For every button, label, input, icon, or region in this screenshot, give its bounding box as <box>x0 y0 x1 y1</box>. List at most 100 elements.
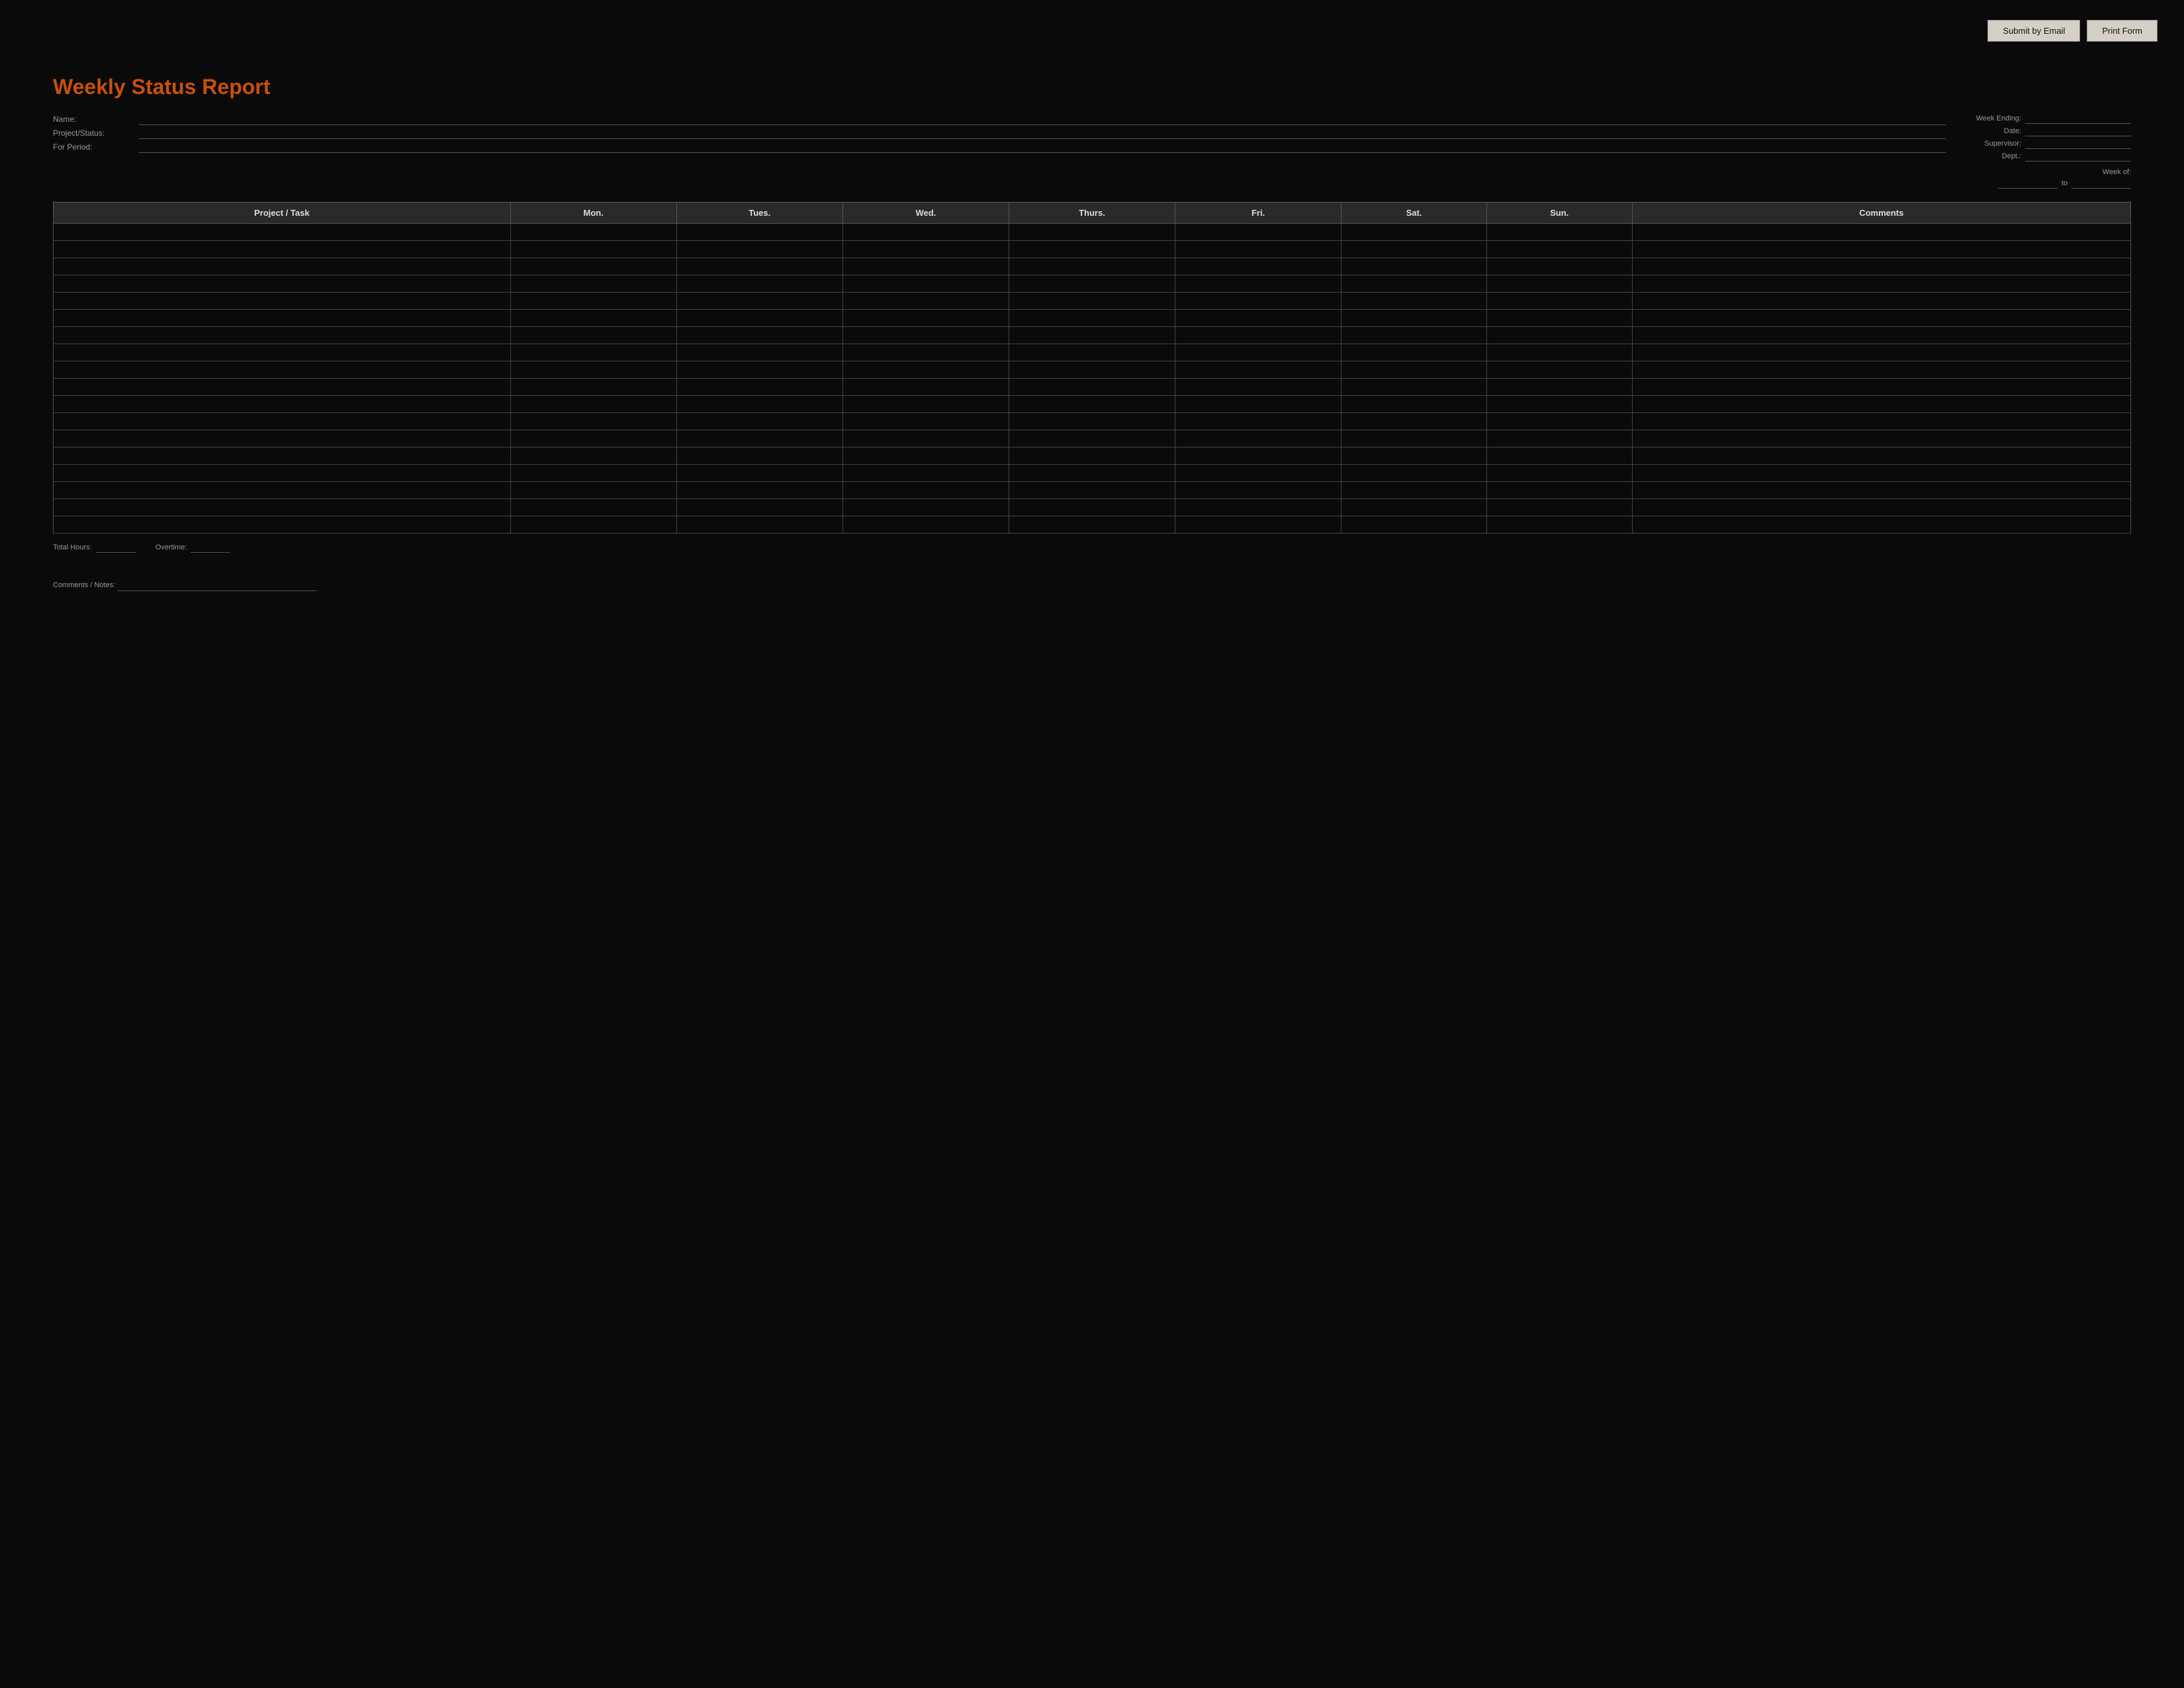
row-13-col-2-input[interactable] <box>677 447 842 464</box>
row-1-col-7-input[interactable] <box>1487 241 1632 258</box>
row-7-col-2-input[interactable] <box>677 344 842 361</box>
row-3-col-2-input[interactable] <box>677 275 842 292</box>
row-10-col-4-input[interactable] <box>1009 396 1175 412</box>
row-0-col-5-input[interactable] <box>1175 224 1341 240</box>
row-16-col-0-input[interactable] <box>54 499 510 516</box>
row-4-col-3-input[interactable] <box>843 293 1009 309</box>
row-16-col-4-input[interactable] <box>1009 499 1175 516</box>
row-14-col-7-input[interactable] <box>1487 465 1632 481</box>
row-16-col-7-input[interactable] <box>1487 499 1632 516</box>
row-0-col-0-input[interactable] <box>54 224 510 240</box>
row-8-col-5-input[interactable] <box>1175 361 1341 378</box>
row-10-col-6-input[interactable] <box>1342 396 1486 412</box>
week-end-input[interactable] <box>2071 177 2131 189</box>
row-9-col-6-input[interactable] <box>1342 379 1486 395</box>
row-15-col-7-input[interactable] <box>1487 482 1632 498</box>
row-11-col-4-input[interactable] <box>1009 413 1175 430</box>
row-0-col-1-input[interactable] <box>511 224 676 240</box>
row-5-col-1-input[interactable] <box>511 310 676 326</box>
date-input[interactable] <box>2025 125 2131 136</box>
supervisor-input[interactable] <box>2025 138 2131 149</box>
row-7-col-6-input[interactable] <box>1342 344 1486 361</box>
comments-notes-input[interactable] <box>118 580 316 591</box>
row-13-col-6-input[interactable] <box>1342 447 1486 464</box>
row-4-col-5-input[interactable] <box>1175 293 1341 309</box>
row-14-col-3-input[interactable] <box>843 465 1009 481</box>
row-10-col-7-input[interactable] <box>1487 396 1632 412</box>
row-5-col-6-input[interactable] <box>1342 310 1486 326</box>
row-14-col-2-input[interactable] <box>677 465 842 481</box>
row-14-col-5-input[interactable] <box>1175 465 1341 481</box>
row-13-col-7-input[interactable] <box>1487 447 1632 464</box>
row-1-col-1-input[interactable] <box>511 241 676 258</box>
row-16-col-3-input[interactable] <box>843 499 1009 516</box>
row-2-col-6-input[interactable] <box>1342 258 1486 275</box>
row-0-col-6-input[interactable] <box>1342 224 1486 240</box>
row-1-col-3-input[interactable] <box>843 241 1009 258</box>
row-3-col-6-input[interactable] <box>1342 275 1486 292</box>
row-1-col-0-input[interactable] <box>54 241 510 258</box>
row-15-col-4-input[interactable] <box>1009 482 1175 498</box>
row-7-col-7-input[interactable] <box>1487 344 1632 361</box>
row-0-col-8-input[interactable] <box>1633 224 2130 240</box>
row-5-col-8-input[interactable] <box>1633 310 2130 326</box>
row-10-col-8-input[interactable] <box>1633 396 2130 412</box>
row-9-col-2-input[interactable] <box>677 379 842 395</box>
row-9-col-0-input[interactable] <box>54 379 510 395</box>
row-8-col-8-input[interactable] <box>1633 361 2130 378</box>
row-15-col-1-input[interactable] <box>511 482 676 498</box>
overtime-input[interactable] <box>191 541 230 553</box>
row-4-col-1-input[interactable] <box>511 293 676 309</box>
row-13-col-8-input[interactable] <box>1633 447 2130 464</box>
row-2-col-3-input[interactable] <box>843 258 1009 275</box>
row-3-col-0-input[interactable] <box>54 275 510 292</box>
row-11-col-2-input[interactable] <box>677 413 842 430</box>
row-8-col-2-input[interactable] <box>677 361 842 378</box>
row-3-col-3-input[interactable] <box>843 275 1009 292</box>
row-5-col-3-input[interactable] <box>843 310 1009 326</box>
row-8-col-3-input[interactable] <box>843 361 1009 378</box>
row-4-col-8-input[interactable] <box>1633 293 2130 309</box>
row-11-col-0-input[interactable] <box>54 413 510 430</box>
row-4-col-2-input[interactable] <box>677 293 842 309</box>
row-16-col-2-input[interactable] <box>677 499 842 516</box>
row-5-col-4-input[interactable] <box>1009 310 1175 326</box>
row-8-col-1-input[interactable] <box>511 361 676 378</box>
row-1-col-5-input[interactable] <box>1175 241 1341 258</box>
row-16-col-6-input[interactable] <box>1342 499 1486 516</box>
row-5-col-5-input[interactable] <box>1175 310 1341 326</box>
row-8-col-4-input[interactable] <box>1009 361 1175 378</box>
row-3-col-4-input[interactable] <box>1009 275 1175 292</box>
row-15-col-6-input[interactable] <box>1342 482 1486 498</box>
dept-input[interactable] <box>2025 150 2131 162</box>
row-0-col-4-input[interactable] <box>1009 224 1175 240</box>
row-2-col-7-input[interactable] <box>1487 258 1632 275</box>
week-ending-input[interactable] <box>2025 113 2131 124</box>
row-11-col-5-input[interactable] <box>1175 413 1341 430</box>
row-12-col-4-input[interactable] <box>1009 430 1175 447</box>
row-15-col-3-input[interactable] <box>843 482 1009 498</box>
row-1-col-4-input[interactable] <box>1009 241 1175 258</box>
row-12-col-6-input[interactable] <box>1342 430 1486 447</box>
row-16-col-5-input[interactable] <box>1175 499 1341 516</box>
row-15-col-5-input[interactable] <box>1175 482 1341 498</box>
row-11-col-3-input[interactable] <box>843 413 1009 430</box>
row-8-col-6-input[interactable] <box>1342 361 1486 378</box>
row-2-col-5-input[interactable] <box>1175 258 1341 275</box>
row-1-col-2-input[interactable] <box>677 241 842 258</box>
row-9-col-4-input[interactable] <box>1009 379 1175 395</box>
row-14-col-6-input[interactable] <box>1342 465 1486 481</box>
row-11-col-6-input[interactable] <box>1342 413 1486 430</box>
row-2-col-4-input[interactable] <box>1009 258 1175 275</box>
total-hours-input[interactable] <box>96 541 136 553</box>
row-10-col-2-input[interactable] <box>677 396 842 412</box>
row-13-col-3-input[interactable] <box>843 447 1009 464</box>
row-13-col-1-input[interactable] <box>511 447 676 464</box>
week-start-input[interactable] <box>1998 177 2058 189</box>
row-12-col-1-input[interactable] <box>511 430 676 447</box>
row-5-col-2-input[interactable] <box>677 310 842 326</box>
row-3-col-7-input[interactable] <box>1487 275 1632 292</box>
row-11-col-7-input[interactable] <box>1487 413 1632 430</box>
row-13-col-5-input[interactable] <box>1175 447 1341 464</box>
row-13-col-0-input[interactable] <box>54 447 510 464</box>
